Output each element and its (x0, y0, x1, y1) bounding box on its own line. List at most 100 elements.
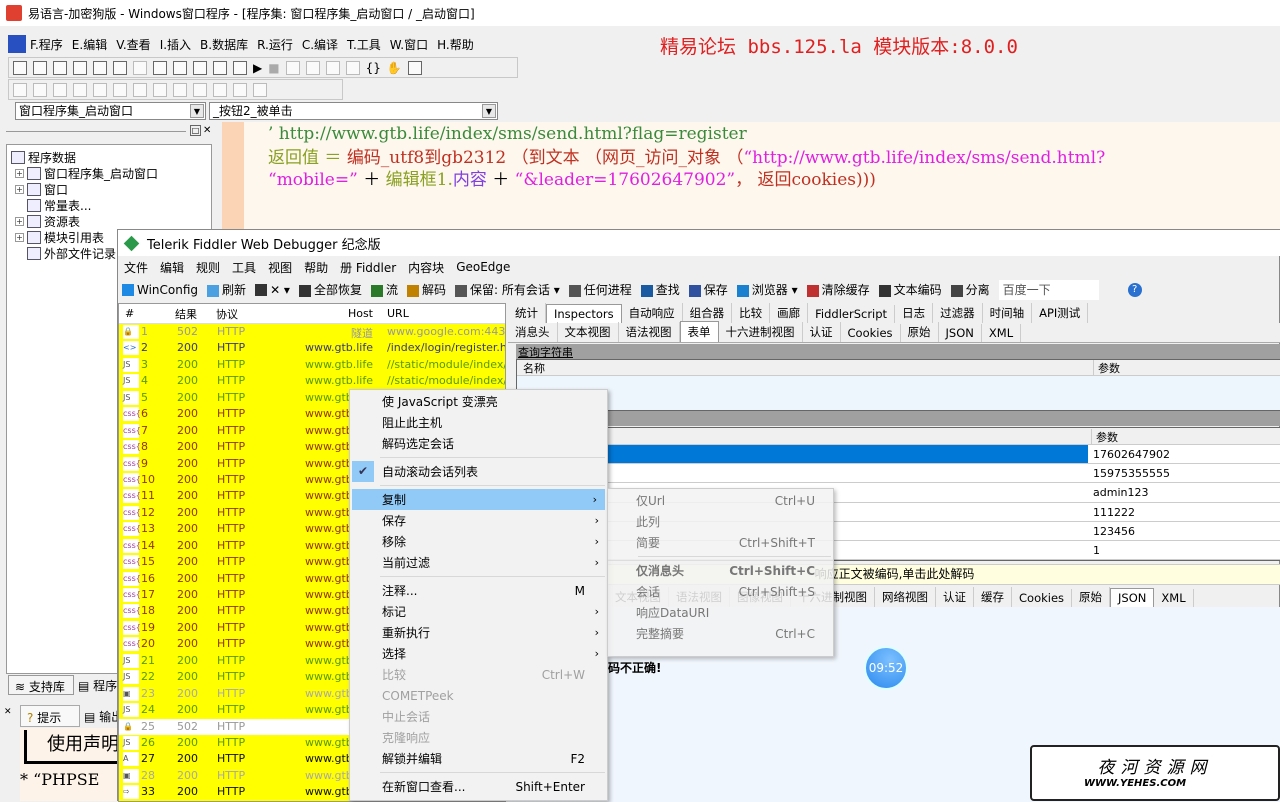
save-icon[interactable] (53, 60, 67, 75)
toolbar-button[interactable]: ✕ ▾ (255, 283, 290, 297)
menu-item[interactable]: E.编辑 (72, 36, 107, 53)
menu-item[interactable]: V.查看 (116, 36, 150, 53)
toolbar-button[interactable]: 解码 (407, 281, 446, 298)
close-icon[interactable]: ✕ (203, 125, 214, 136)
restore-icon[interactable]: □ (190, 125, 201, 136)
response-tab[interactable]: 原始 (1072, 587, 1111, 607)
menu-item[interactable]: 仅消息头 Ctrl+Shift+C (608, 560, 833, 581)
menu-item[interactable]: ✔ 自动滚动会话列表 (350, 461, 607, 482)
space-v-icon[interactable] (173, 82, 187, 97)
redo-icon[interactable] (133, 60, 147, 75)
tree-item[interactable]: + 资源表 (11, 213, 211, 229)
menu-item[interactable]: 保存 › (350, 510, 607, 531)
menu-item[interactable]: 工具 (232, 259, 256, 276)
close-icon[interactable]: ✕ (4, 707, 12, 717)
main-tab[interactable]: FiddlerScript (808, 305, 896, 323)
layout1-icon[interactable] (193, 60, 207, 75)
menu-item[interactable]: 文件 (124, 259, 148, 276)
menu-item[interactable]: 内容块 (408, 259, 444, 276)
request-tab[interactable]: 原始 (901, 322, 939, 342)
menu-item[interactable]: 简要 Ctrl+Shift+T (608, 532, 833, 553)
main-tab[interactable]: 统计 (508, 303, 546, 323)
response-tab[interactable]: 认证 (936, 587, 974, 607)
main-tab[interactable]: Inspectors (546, 304, 622, 323)
menu-item[interactable]: 重新执行 › (350, 622, 607, 643)
expand-icon[interactable]: + (15, 216, 24, 226)
column-result[interactable]: 结果 (175, 306, 197, 322)
toolbar-button[interactable]: 流 (370, 281, 398, 298)
tree-item[interactable]: + 窗口程序集_启动窗口 (11, 165, 211, 181)
response-tab[interactable]: Cookies (1012, 589, 1073, 607)
menu-item[interactable]: 移除 › (350, 531, 607, 552)
tab-program[interactable]: ▤ 程序 (78, 677, 117, 694)
menu-item[interactable]: 阻止此主机 (350, 412, 607, 433)
response-tab[interactable]: JSON (1110, 588, 1155, 607)
menu-item[interactable]: 标记 › (350, 601, 607, 622)
search-input[interactable]: 百度一下 (998, 279, 1099, 300)
menu-item[interactable]: 在新窗口查看... Shift+Enter (350, 776, 607, 797)
request-tab[interactable]: 十六进制视图 (719, 322, 803, 342)
main-tab[interactable]: API测试 (1032, 303, 1089, 323)
menu-item[interactable]: 帮助 (304, 259, 328, 276)
class-combo[interactable]: 窗口程序集_启动窗口 ▼ (15, 102, 206, 120)
menu-item[interactable]: C.编译 (302, 36, 338, 53)
tab-hint[interactable]: ? 提示 (20, 705, 80, 727)
menu-item[interactable]: 仅Url Ctrl+U (608, 490, 833, 511)
menu-item[interactable]: 复制 › (352, 489, 605, 510)
stop-icon[interactable]: ■ (268, 61, 279, 75)
step-icon[interactable] (285, 60, 300, 75)
expand-icon[interactable]: + (15, 168, 24, 178)
menu-item[interactable]: 当前过滤 › (350, 552, 607, 573)
new-icon[interactable] (13, 60, 27, 75)
chevron-down-icon[interactable]: ▼ (482, 104, 496, 118)
column-number[interactable]: # (125, 307, 134, 320)
cut-icon[interactable] (73, 60, 87, 75)
space-x-icon[interactable] (193, 82, 207, 97)
menu-item[interactable]: 视图 (268, 259, 292, 276)
form-row[interactable]: 15975355555 (517, 464, 1280, 484)
request-tab[interactable]: 认证 (803, 322, 841, 342)
tree-item[interactable]: + 窗口 (11, 181, 211, 197)
expand-icon[interactable]: + (15, 232, 24, 242)
align-right-icon[interactable] (53, 82, 67, 97)
toolbar-button[interactable]: 全部恢复 (298, 281, 362, 298)
tree-item[interactable]: 常量表... (11, 197, 211, 213)
align-top-icon[interactable] (73, 82, 87, 97)
align-bottom-icon[interactable] (93, 82, 107, 97)
request-tab[interactable]: 表单 (679, 321, 719, 342)
toolbar-button[interactable]: 查找 (640, 281, 680, 298)
column-protocol[interactable]: 协议 (216, 306, 238, 322)
toolbar-button[interactable]: 任何进程 (568, 281, 632, 298)
main-tab[interactable]: 组合器 (683, 303, 733, 323)
request-tab[interactable]: 语法视图 (619, 322, 680, 342)
copy-icon[interactable] (93, 60, 107, 75)
menu-item[interactable]: 会话 Ctrl+Shift+S (608, 581, 833, 602)
hand-icon[interactable]: ✋ (387, 61, 402, 75)
center-v-icon[interactable] (133, 82, 147, 97)
toolbar-button[interactable]: 刷新 (207, 281, 246, 298)
step-into-icon[interactable] (305, 60, 320, 75)
run-icon[interactable]: ▶ (253, 61, 262, 75)
toolbar-button[interactable]: 保留: 所有会话 ▾ (455, 281, 560, 298)
same-width-icon[interactable] (213, 82, 227, 97)
main-tab[interactable]: 时间轴 (983, 303, 1033, 323)
menu-item[interactable]: 使 JavaScript 变漂亮 (350, 391, 607, 412)
step-out-icon[interactable] (345, 60, 360, 75)
tab-support-library[interactable]: ≋ 支持库 (8, 675, 74, 695)
request-tab[interactable]: 消息头 (508, 322, 558, 342)
space-h-icon[interactable] (153, 82, 167, 97)
menu-item[interactable]: 注释... M (350, 580, 607, 601)
menu-item[interactable]: F.程序 (30, 36, 63, 53)
code-editor[interactable]: ’ http://www.gtb.life/index/sms/send.htm… (222, 122, 1280, 230)
menu-item[interactable]: W.窗口 (390, 36, 428, 53)
menu-item[interactable]: 规则 (196, 259, 220, 276)
center-h-icon[interactable] (113, 82, 127, 97)
expand-icon[interactable]: + (15, 184, 24, 194)
menu-item[interactable]: 册 Fiddler (340, 259, 396, 276)
tree-item[interactable]: 程序数据 (11, 149, 211, 165)
find-icon[interactable] (173, 60, 187, 75)
menu-item[interactable]: B.数据库 (200, 36, 248, 53)
menu-item[interactable]: 编辑 (160, 259, 184, 276)
main-tab[interactable]: 过滤器 (933, 303, 983, 323)
toolbar-button[interactable]: 分离 (950, 281, 990, 298)
